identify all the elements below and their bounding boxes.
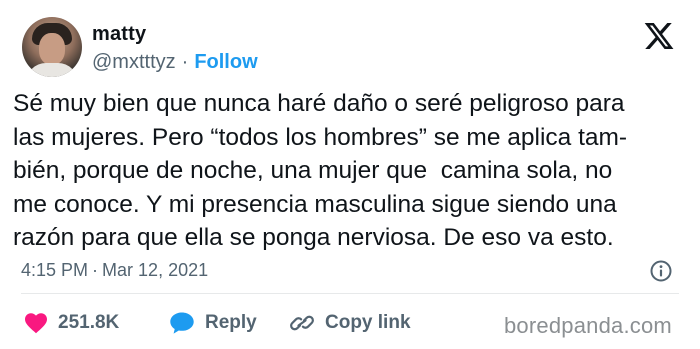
copy-link-label: Copy link <box>325 312 411 333</box>
tweet-timestamp[interactable]: 4:15 PM · Mar 12, 2021 <box>21 260 208 281</box>
avatar[interactable] <box>22 17 82 77</box>
divider <box>21 293 679 294</box>
copy-link-button[interactable]: Copy link <box>289 310 411 336</box>
tweet-line: me conoce. Y mi presencia masculina sigu… <box>13 190 617 218</box>
tweet-card: matty @mxtttyz · Follow Sé muy bien que nu… <box>0 0 700 349</box>
display-name[interactable]: matty <box>92 23 146 46</box>
heart-icon <box>25 313 47 334</box>
watermark: boredpanda.com <box>504 313 672 338</box>
separator-dot: · <box>181 51 189 73</box>
info-icon[interactable] <box>649 259 673 283</box>
handle-row: @mxtttyz · Follow <box>92 51 258 74</box>
like-button[interactable]: 251.8K <box>24 310 119 336</box>
speech-bubble-icon <box>170 312 194 334</box>
reply-label: Reply <box>205 312 257 333</box>
x-logo-icon[interactable] <box>642 20 676 52</box>
user-handle[interactable]: @mxtttyz <box>92 51 176 73</box>
link-icon <box>290 315 314 331</box>
tweet-line: las mujeres. Pero “todos los hombres” se… <box>13 123 628 151</box>
like-count: 251.8K <box>58 312 120 333</box>
separator-dot: · <box>92 260 99 280</box>
reply-button[interactable]: Reply <box>169 310 257 336</box>
tweet-line: Sé muy bien que nunca haré daño o seré p… <box>13 90 625 117</box>
tweet-date: Mar 12, 2021 <box>102 260 209 280</box>
tweet-line: razón para que ella se ponga nerviosa. D… <box>13 224 614 251</box>
tweet-text: Sé muy bien que nunca haré daño o seré p… <box>13 87 693 255</box>
tweet-time: 4:15 PM <box>21 260 89 280</box>
tweet-line: bién, porque de noche, una mujer que cam… <box>13 157 613 184</box>
follow-button[interactable]: Follow <box>194 51 257 73</box>
